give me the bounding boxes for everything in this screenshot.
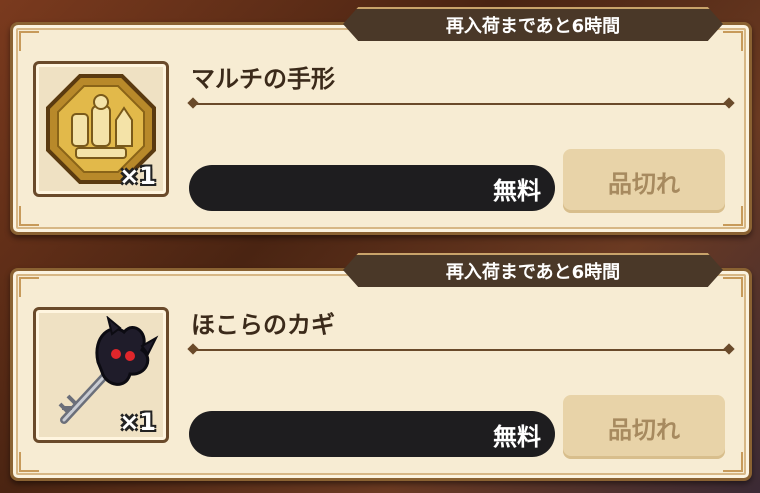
card-corner-ornament	[723, 206, 743, 226]
shop-item-card: 再入荷まであと6時間 ×1 ほこらのカギ 無料 品切れ	[10, 253, 752, 481]
card-corner-ornament	[723, 277, 743, 297]
card-corner-ornament	[19, 277, 39, 297]
card-corner-ornament	[723, 31, 743, 51]
sold-out-button[interactable]: 品切れ	[563, 149, 725, 213]
card-corner-ornament	[19, 452, 39, 472]
card-corner-ornament	[19, 206, 39, 226]
item-icon-frame: ×1	[33, 307, 169, 443]
item-name: ほこらのカギ	[191, 311, 335, 339]
item-name: マルチの手形	[191, 65, 335, 93]
item-quantity: ×1	[119, 162, 156, 190]
restock-timer-banner: 再入荷まであと6時間	[343, 7, 723, 41]
card-corner-ornament	[19, 31, 39, 51]
price-bar: 無料	[189, 411, 555, 457]
price-bar: 無料	[189, 165, 555, 211]
sold-out-button[interactable]: 品切れ	[563, 395, 725, 459]
card-corner-ornament	[723, 452, 743, 472]
item-icon-frame: ×1	[33, 61, 169, 197]
restock-timer-banner: 再入荷まであと6時間	[343, 253, 723, 287]
shop-item-card: 再入荷まであと6時間 ×1 マルチの手形 無料 品切れ	[10, 7, 752, 235]
divider	[191, 103, 731, 105]
item-quantity: ×1	[119, 408, 156, 436]
divider	[191, 349, 731, 351]
